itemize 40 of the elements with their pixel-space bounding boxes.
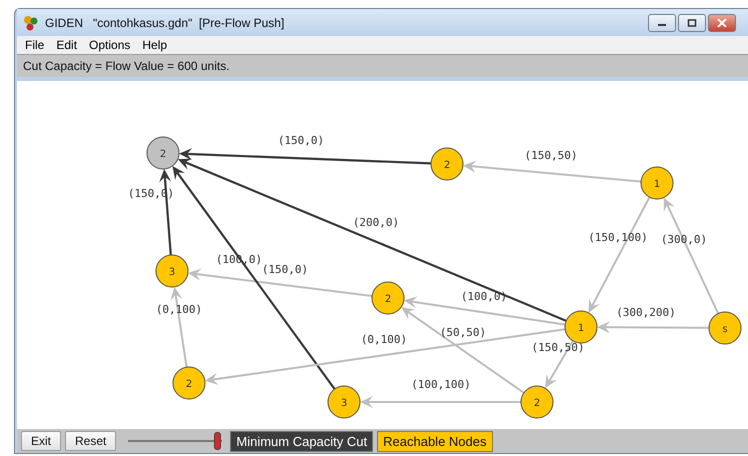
view-toggle-button[interactable]: Reachable Nodes [377,430,492,452]
menu-item[interactable]: Edit [52,38,82,52]
graph-node[interactable]: 2 [372,282,404,314]
close-button[interactable] [708,14,736,32]
edge-label: (150,0) [262,263,308,276]
toolbar-button[interactable]: Exit [21,431,62,451]
edge-label: (150,0) [278,134,324,147]
maximize-button[interactable] [678,14,706,32]
graph-node[interactable]: 2 [430,148,464,180]
edge-label: (0,100) [156,303,202,316]
menu-item[interactable]: File [21,38,48,52]
edge-label: (100,0) [460,290,508,303]
graph-node[interactable]: 2 [146,136,180,170]
graph-node[interactable]: 1 [640,166,674,200]
slider-thumb[interactable] [214,432,222,450]
edge-label: (300,200) [616,306,676,319]
maximize-icon [687,18,697,26]
status-bar: Cut Capacity = Flow Value = 600 units. [17,55,748,77]
graph-node[interactable]: 3 [328,386,360,418]
edge-label: (150,50) [532,341,584,354]
edge-label: (150,100) [588,231,648,244]
toolbar-button[interactable]: Reset [65,431,116,451]
view-toggle-button[interactable]: Minimum Capacity Cut [230,430,374,452]
close-icon [717,18,727,26]
app-logo-icon [23,14,39,30]
edge-label: (100,100) [411,378,471,391]
edge-label: (50,50) [440,326,486,339]
edge-label: (300,0) [660,233,708,246]
graph-node[interactable]: 2 [172,366,206,400]
graph-node[interactable]: s [708,312,742,344]
menu-item[interactable]: Help [138,38,172,52]
edge-label: (150,50) [524,149,578,162]
graph-node[interactable]: 1 [564,310,598,344]
minimize-button[interactable] [648,14,676,32]
menu-item[interactable]: Options [85,38,134,52]
window-title: GIDEN "contohkasus.gdn" [Pre-Flow Push] [45,16,286,30]
graph-node[interactable]: 2 [520,386,554,418]
edge-label: (200,0) [352,216,400,229]
graph-node[interactable]: 3 [156,254,188,288]
edge-label: (0,100) [360,333,408,346]
